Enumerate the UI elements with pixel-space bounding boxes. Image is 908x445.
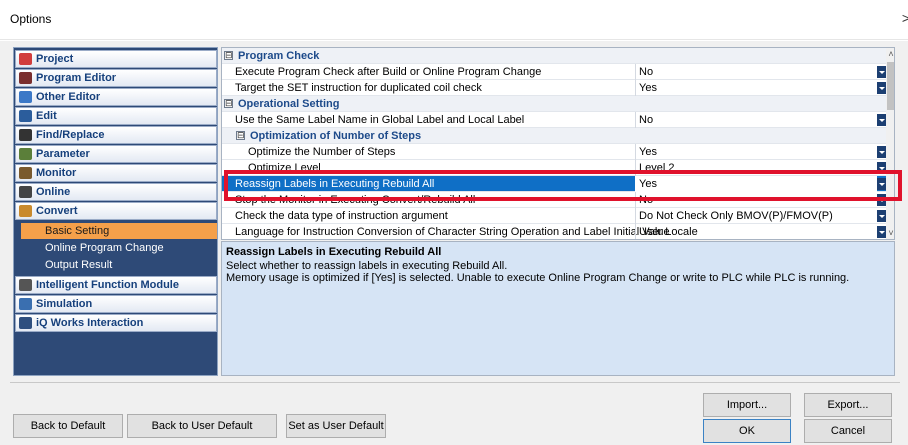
description-panel: Reassign Labels in Executing Rebuild All…	[221, 241, 895, 376]
nav-item-simulation[interactable]: Simulation	[15, 295, 217, 313]
window-title: Options	[10, 12, 52, 26]
nav-item-label: Edit	[36, 110, 57, 122]
column-separator	[635, 144, 636, 160]
property-name: Optimize the Number of Steps	[248, 146, 396, 158]
dialog-client: Project Program Editor Other Editor Edit Fin…	[0, 41, 908, 445]
options-navigation: Project Program Editor Other Editor Edit Fin…	[13, 47, 218, 376]
other-editor-icon	[19, 91, 32, 103]
property-row[interactable]: Use the Same Label Name in Global Label …	[222, 112, 887, 128]
category-label: Optimization of Number of Steps	[250, 130, 422, 142]
nav-item-program-editor[interactable]: Program Editor	[15, 69, 217, 87]
scroll-up-icon[interactable]: ˄	[886, 48, 894, 60]
property-value[interactable]: Do Not Check Only BMOV(P)/FMOV(P)	[639, 210, 833, 222]
nav-item-other-editor[interactable]: Other Editor	[15, 88, 217, 106]
property-row[interactable]: Target the SET instruction for duplicate…	[222, 80, 887, 96]
property-value[interactable]: No	[639, 66, 653, 78]
category-operational-setting[interactable]: ⊟ Operational Setting	[222, 96, 886, 112]
back-to-default-button[interactable]: Back to Default	[13, 414, 123, 438]
nav-item-parameter[interactable]: Parameter	[15, 145, 217, 163]
nav-item-label: Monitor	[36, 167, 77, 179]
nav-item-label: Parameter	[36, 148, 90, 160]
highlight-box	[224, 170, 902, 201]
nav-item-online[interactable]: Online	[15, 183, 217, 201]
column-separator	[635, 80, 636, 96]
nav-item-label: Project	[36, 53, 74, 65]
back-to-user-default-button[interactable]: Back to User Default	[127, 414, 277, 438]
property-name: Check the data type of instruction argum…	[235, 210, 448, 222]
divider	[10, 382, 900, 383]
property-name: Language for Instruction Conversion of C…	[235, 226, 670, 238]
nav-item-intelligent-function-module[interactable]: Intelligent Function Module	[15, 276, 217, 294]
property-row[interactable]: Check the data type of instruction argum…	[222, 208, 887, 224]
property-name: Execute Program Check after Build or Onl…	[235, 66, 542, 78]
intelligent-module-icon	[19, 279, 32, 291]
scissors-icon	[19, 110, 32, 122]
property-row[interactable]: Execute Program Check after Build or Onl…	[222, 64, 887, 80]
collapse-icon[interactable]: ⊟	[236, 131, 245, 140]
property-name: Use the Same Label Name in Global Label …	[235, 114, 525, 126]
ok-button[interactable]: OK	[703, 419, 791, 443]
program-editor-icon	[19, 72, 32, 84]
collapse-icon[interactable]: ⊟	[224, 99, 233, 108]
category-program-check[interactable]: ⊟ Program Check	[222, 48, 886, 64]
category-label: Program Check	[238, 50, 320, 62]
category-label: Operational Setting	[238, 98, 340, 110]
column-separator	[635, 224, 636, 239]
scroll-down-icon[interactable]: ˅	[886, 227, 894, 239]
nav-item-label: Intelligent Function Module	[36, 279, 179, 291]
nav-item-label: iQ Works Interaction	[36, 317, 144, 329]
iq-works-icon	[19, 317, 32, 329]
nav-item-label: Simulation	[36, 298, 93, 310]
nav-item-convert[interactable]: Convert	[15, 202, 217, 220]
description-line-1: Select whether to reassign labels in exe…	[226, 260, 508, 272]
property-row[interactable]: Optimize the Number of Steps Yes	[222, 144, 887, 160]
project-icon	[19, 53, 32, 65]
nav-item-label: Online	[36, 186, 71, 198]
nav-item-label: Other Editor	[36, 91, 101, 103]
nav-subitem-output-result[interactable]: Output Result	[21, 257, 217, 273]
nav-item-label: Program Editor	[36, 72, 117, 84]
column-separator	[635, 64, 636, 80]
description-title: Reassign Labels in Executing Rebuild All	[226, 246, 442, 258]
nav-subitem-basic-setting[interactable]: Basic Setting	[21, 223, 217, 239]
nav-item-iq-works-interaction[interactable]: iQ Works Interaction	[15, 314, 217, 332]
column-separator	[635, 112, 636, 128]
import-button[interactable]: Import...	[703, 393, 791, 417]
cancel-button[interactable]: Cancel	[804, 419, 892, 443]
nav-item-find-replace[interactable]: Find/Replace	[15, 126, 217, 144]
property-name: Target the SET instruction for duplicate…	[235, 82, 482, 94]
property-value[interactable]: No	[639, 114, 653, 126]
online-icon	[19, 186, 32, 198]
property-value[interactable]: Yes	[639, 146, 657, 158]
nav-item-edit[interactable]: Edit	[15, 107, 217, 125]
property-grid: Language for Instruction Conversion of C…	[221, 47, 895, 240]
collapse-icon[interactable]: ⊟	[224, 51, 233, 60]
nav-item-monitor[interactable]: Monitor	[15, 164, 217, 182]
nav-item-label: Find/Replace	[36, 129, 105, 141]
parameter-icon	[19, 148, 32, 160]
monitor-icon	[19, 167, 32, 179]
simulation-icon	[19, 298, 32, 310]
description-line-2: Memory usage is optimized if [Yes] is se…	[226, 272, 850, 284]
property-row[interactable]: Language for Instruction Conversion of C…	[222, 224, 887, 239]
export-button[interactable]: Export...	[804, 393, 892, 417]
property-value[interactable]: Yes	[639, 82, 657, 94]
nav-item-label: Convert	[36, 205, 78, 217]
scroll-thumb[interactable]	[887, 62, 894, 110]
close-icon[interactable]: >	[902, 10, 908, 26]
title-bar: Options >	[0, 0, 908, 40]
nav-item-project[interactable]: Project	[15, 50, 217, 68]
category-optimization-of-number-of-steps[interactable]: ⊟ Optimization of Number of Steps	[222, 128, 886, 144]
grid-scrollbar[interactable]: ˄ ˅	[886, 48, 894, 239]
column-separator	[635, 208, 636, 224]
set-as-user-default-button[interactable]: Set as User Default	[286, 414, 386, 438]
property-value[interactable]: User Locale	[639, 226, 698, 238]
nav-subitem-online-program-change[interactable]: Online Program Change	[21, 240, 217, 256]
binoculars-icon	[19, 129, 32, 141]
convert-icon	[19, 205, 32, 217]
